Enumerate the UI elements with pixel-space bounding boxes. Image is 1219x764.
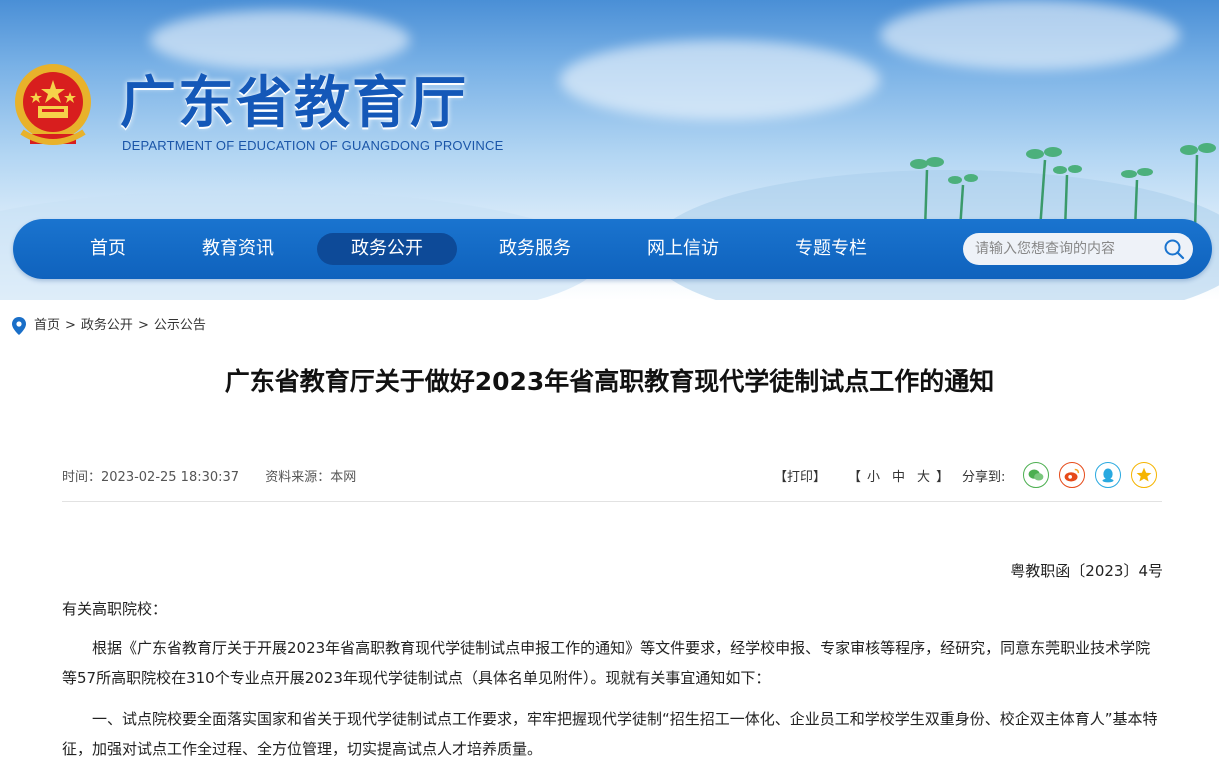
breadcrumb-separator: > bbox=[65, 318, 76, 333]
nav-item-home[interactable]: 首页 bbox=[65, 233, 151, 265]
search-input[interactable] bbox=[975, 233, 1155, 265]
site-subtitle: DEPARTMENT OF EDUCATION OF GUANGDONG PRO… bbox=[122, 138, 504, 153]
qq-icon[interactable] bbox=[1095, 462, 1121, 488]
article-meta: 时间：2023-02-25 18:30:37 资料来源：本网 【打印】 【小中大… bbox=[62, 462, 1162, 488]
breadcrumb-home[interactable]: 首页 bbox=[34, 316, 60, 336]
breadcrumb-government-affairs[interactable]: 政务公开 bbox=[81, 316, 133, 336]
salutation: 有关高职院校： bbox=[62, 600, 168, 618]
national-emblem-icon bbox=[15, 64, 91, 145]
nav-item-government-services[interactable]: 政务服务 bbox=[488, 233, 582, 265]
document-number: 粤教职函〔2023〕4号 bbox=[1010, 562, 1163, 580]
nav-item-online-petition[interactable]: 网上信访 bbox=[636, 233, 730, 265]
location-pin-icon bbox=[12, 317, 26, 335]
font-size-open-bracket: 【 bbox=[848, 470, 862, 485]
breadcrumb-announcements[interactable]: 公示公告 bbox=[154, 316, 206, 336]
font-size-close-bracket: 】 bbox=[936, 470, 950, 485]
print-button[interactable]: 【打印】 bbox=[774, 466, 826, 485]
search-box bbox=[963, 233, 1193, 265]
qzone-icon[interactable] bbox=[1131, 462, 1157, 488]
weibo-icon[interactable] bbox=[1059, 462, 1085, 488]
article-source: 资料来源：本网 bbox=[265, 470, 357, 485]
nav-item-education-news[interactable]: 教育资讯 bbox=[191, 233, 285, 265]
nav-item-special-topics[interactable]: 专题专栏 bbox=[784, 233, 878, 265]
breadcrumb-separator: > bbox=[137, 318, 149, 333]
cloud-decoration bbox=[880, 0, 1180, 70]
font-size-large-button[interactable]: 大 bbox=[917, 470, 930, 485]
body-paragraph: 根据《广东省教育厅关于开展2023年省高职教育现代学徒制试点申报工作的通知》等文… bbox=[62, 639, 1151, 687]
font-size-medium-button[interactable]: 中 bbox=[892, 470, 905, 485]
share-label: 分享到: bbox=[962, 470, 1006, 485]
body-paragraph: 一、试点院校要全面落实国家和省关于现代学徒制试点工作要求，牢牢把握现代学徒制“招… bbox=[62, 710, 1158, 758]
main-nav: 首页 教育资讯 政务公开 政务服务 网上信访 专题专栏 bbox=[13, 219, 1212, 279]
wechat-icon[interactable] bbox=[1023, 462, 1049, 488]
font-size-small-button[interactable]: 小 bbox=[867, 470, 880, 485]
breadcrumb: 首页 > 政务公开 > 公示公告 bbox=[12, 316, 206, 336]
site-title: 广东省教育厅 bbox=[120, 71, 468, 136]
font-size-controls: 【小中大】 bbox=[848, 466, 949, 485]
divider bbox=[62, 501, 1162, 502]
sprouts-decoration-icon bbox=[910, 143, 1216, 230]
search-icon[interactable] bbox=[1163, 238, 1185, 260]
nav-item-government-affairs[interactable]: 政务公开 bbox=[317, 233, 457, 265]
cloud-decoration bbox=[560, 40, 880, 120]
publish-time: 时间：2023-02-25 18:30:37 bbox=[62, 470, 240, 485]
article-title: 广东省教育厅关于做好2023年省高职教育现代学徒制试点工作的通知 bbox=[224, 367, 995, 396]
